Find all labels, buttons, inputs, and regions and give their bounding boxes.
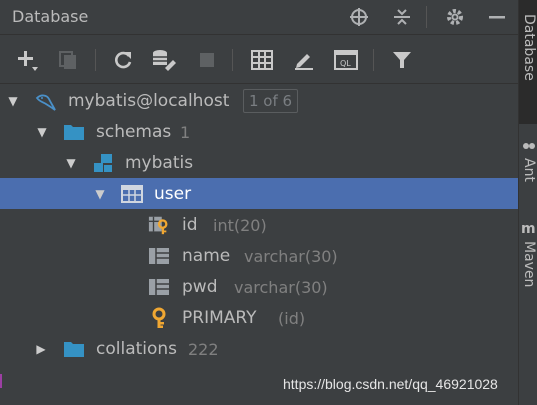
key-icon — [148, 307, 170, 329]
datasource-label: mybatis@localhost — [68, 91, 230, 111]
tab-ant-label: Ant — [521, 158, 537, 182]
expanded-arrow-icon[interactable]: ▼ — [93, 178, 107, 209]
schema-label: mybatis — [125, 153, 194, 173]
expanded-arrow-icon[interactable]: ▼ — [64, 147, 78, 178]
datasource-properties-icon[interactable] — [151, 47, 177, 73]
tab-database-label: Database — [521, 14, 537, 81]
watermark: https://blog.csdn.net/qq_46921028 — [283, 376, 498, 392]
tab-database[interactable]: Database — [519, 0, 537, 124]
toolbar-separator — [95, 49, 96, 71]
column-type: varchar(30) — [244, 247, 338, 266]
database-tree: ▼ mybatis@localhost 1 of 6 ▼ schemas 1 ▼… — [0, 84, 518, 405]
crosshair-icon[interactable] — [348, 6, 370, 28]
collapsed-arrow-icon[interactable]: ▶ — [34, 333, 48, 364]
tree-row-column[interactable]: pwd varchar(30) — [0, 271, 518, 302]
folder-icon — [63, 338, 85, 360]
stop-icon — [194, 47, 220, 73]
collapse-all-icon[interactable] — [391, 6, 413, 28]
header-separator — [426, 6, 427, 28]
gear-icon[interactable] — [444, 6, 466, 28]
column-name: name — [182, 246, 231, 266]
tree-row-collations[interactable]: ▶ collations 222 — [0, 333, 518, 364]
database-toolbar: QL — [0, 35, 518, 84]
duplicate-icon — [55, 47, 81, 73]
toolbar-separator — [232, 49, 233, 71]
ant-icon — [522, 138, 536, 157]
column-name: id — [182, 215, 198, 235]
table-icon — [121, 183, 143, 205]
column-type: varchar(30) — [234, 278, 328, 297]
key-column-icon — [148, 214, 170, 236]
schemas-count: 1 — [180, 123, 191, 142]
panel-title: Database — [12, 7, 89, 26]
expanded-arrow-icon[interactable]: ▼ — [35, 116, 49, 147]
column-icon — [148, 276, 170, 298]
expanded-arrow-icon[interactable]: ▼ — [6, 85, 20, 116]
tree-row-column[interactable]: id int(20) — [0, 209, 518, 240]
tab-maven[interactable]: m Maven — [519, 215, 537, 315]
column-name: pwd — [182, 277, 218, 297]
schema-icon — [92, 152, 114, 174]
key-detail: (id) — [278, 309, 306, 328]
column-type: int(20) — [213, 216, 267, 235]
edge-marker — [0, 374, 2, 388]
table-editor-icon[interactable] — [249, 47, 275, 73]
tree-row-datasource[interactable]: ▼ mybatis@localhost 1 of 6 — [0, 85, 518, 116]
svg-text:QL: QL — [340, 59, 351, 68]
column-icon — [148, 245, 170, 267]
tab-ant[interactable]: Ant — [519, 130, 537, 210]
add-icon[interactable] — [14, 47, 40, 73]
refresh-icon[interactable] — [110, 47, 136, 73]
maven-icon: m — [521, 221, 536, 237]
minimize-icon[interactable] — [486, 6, 508, 28]
schemas-label: schemas — [96, 122, 172, 142]
sql-console-icon[interactable]: QL — [333, 47, 359, 73]
tab-maven-label: Maven — [521, 241, 537, 288]
tree-row-schema[interactable]: ▼ mybatis — [0, 147, 518, 178]
tree-row-key[interactable]: PRIMARY (id) — [0, 302, 518, 333]
tree-row-schemas[interactable]: ▼ schemas 1 — [0, 116, 518, 147]
collations-count: 222 — [188, 340, 219, 359]
filter-icon[interactable] — [389, 47, 415, 73]
collations-label: collations — [96, 339, 178, 359]
table-label: user — [154, 184, 192, 204]
key-name: PRIMARY — [182, 308, 257, 328]
mysql-dolphin-icon — [34, 90, 56, 112]
toolbar-separator — [373, 49, 374, 71]
folder-icon — [63, 121, 85, 143]
tree-row-column[interactable]: name varchar(30) — [0, 240, 518, 271]
panel-header: Database — [0, 0, 518, 35]
schema-count-badge[interactable]: 1 of 6 — [243, 89, 299, 113]
tool-window-strip: Database Ant m Maven — [518, 0, 537, 405]
tree-row-table[interactable]: ▼ user — [0, 178, 518, 209]
edit-icon[interactable] — [291, 47, 317, 73]
